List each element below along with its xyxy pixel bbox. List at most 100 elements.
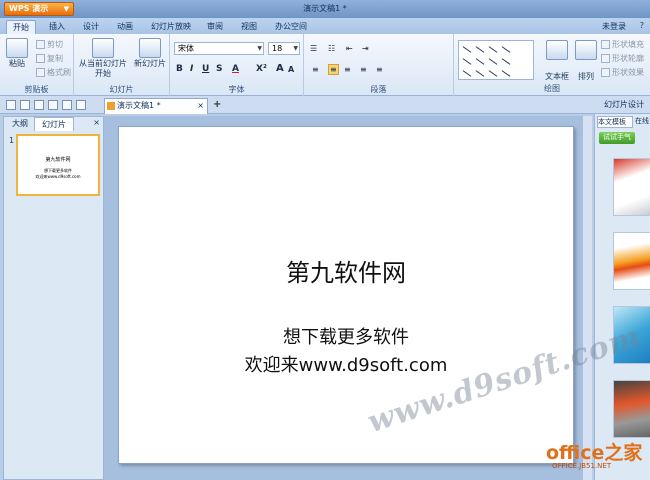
tab-insert[interactable]: 插入 — [44, 20, 70, 34]
bold-button[interactable]: B — [176, 64, 183, 74]
slide-editing-area: 第九软件网 想下载更多软件 欢迎来www.d9soft.com — [104, 116, 592, 480]
close-icon[interactable]: × — [197, 99, 204, 113]
new-tab-icon[interactable]: + — [213, 99, 221, 110]
slides-panel: 大纲 幻灯片 × 1 第九软件网 想下载更多软件 欢迎来www.d9soft.c… — [3, 116, 104, 480]
font-name-select[interactable]: 宋体 ▼ — [174, 42, 264, 55]
tab-view[interactable]: 视图 — [236, 20, 262, 34]
font-color-button[interactable]: A — [232, 64, 239, 74]
underline-button[interactable]: U — [202, 64, 209, 74]
format-painter-button[interactable]: 格式刷 — [36, 67, 71, 78]
distribute-button[interactable]: ≡ — [376, 65, 383, 74]
arrow-shape-icon[interactable] — [488, 46, 498, 53]
slide-number: 1 — [9, 136, 15, 145]
print-preview-icon[interactable] — [48, 100, 58, 110]
document-tab-bar: 演示文稿1 * × + 幻灯片设计 — [0, 96, 650, 114]
effect-icon — [601, 68, 610, 77]
superscript-button[interactable]: X² — [256, 64, 267, 74]
bullet-list-button[interactable]: ☰ — [310, 44, 317, 53]
justify-button[interactable]: ≡ — [360, 65, 367, 74]
arrow-shape-icon[interactable] — [475, 46, 485, 53]
connector-shape-icon[interactable] — [501, 58, 511, 65]
text-box-icon — [546, 40, 568, 60]
slide-canvas[interactable]: 第九软件网 想下载更多软件 欢迎来www.d9soft.com — [118, 126, 574, 464]
font-group: 宋体 ▼ 18 ▼ B I U S A X² A A 字体 — [170, 34, 304, 96]
line-shape-icon[interactable] — [462, 46, 472, 53]
paste-button[interactable]: 粘贴 — [4, 38, 30, 69]
fill-bucket-icon — [601, 40, 610, 49]
tab-slides[interactable]: 幻灯片 — [34, 117, 74, 131]
thumbnail-line-2: 欢迎来www.d9soft.com — [35, 174, 81, 179]
title-bar: WPS 演示 ▼ 演示文稿1 * — [0, 0, 650, 18]
tab-animation[interactable]: 动画 — [112, 20, 138, 34]
arrow-shape-icon[interactable] — [501, 46, 511, 53]
align-left-button[interactable]: ≡ — [312, 65, 319, 74]
clipboard-group-label: 剪贴板 — [24, 85, 49, 94]
ribbon-tab-bar: 开始 插入 设计 动画 幻灯片放映 审阅 视图 办公空间 未登录 ? — [0, 18, 650, 34]
document-tab[interactable]: 演示文稿1 * × — [104, 98, 208, 114]
new-slide-icon — [139, 38, 161, 58]
copy-button[interactable]: 复制 — [36, 53, 63, 64]
help-icon[interactable]: ? — [640, 21, 644, 30]
tab-local-templates[interactable]: 本文模板 — [597, 116, 633, 128]
office-home-watermark: office之家 — [546, 442, 643, 464]
curve-shape-icon[interactable] — [475, 70, 485, 77]
redo-icon[interactable] — [76, 100, 86, 110]
tab-online-templates[interactable]: 在线 — [635, 116, 650, 128]
decrease-indent-button[interactable]: ⇤ — [346, 44, 353, 53]
increase-indent-button[interactable]: ⇥ — [362, 44, 369, 53]
shape-gallery[interactable] — [458, 40, 534, 80]
cut-button[interactable]: 剪切 — [36, 39, 63, 50]
template-thumbnail[interactable] — [613, 232, 650, 290]
align-right-button[interactable]: ≡ — [344, 65, 351, 74]
open-folder-icon[interactable] — [6, 100, 16, 110]
slide-design-panel: 本文模板 在线 试试手气 — [594, 114, 650, 480]
template-thumbnail[interactable] — [613, 158, 650, 216]
paste-label: 粘贴 — [9, 59, 25, 68]
curve-shape-icon[interactable] — [488, 70, 498, 77]
undo-icon[interactable] — [62, 100, 72, 110]
play-from-current-button[interactable]: 从当前幻灯片 开始 — [76, 38, 130, 79]
template-thumbnail[interactable] — [613, 380, 650, 438]
shape-fill-button[interactable]: 形状填充 — [601, 39, 644, 50]
connector-shape-icon[interactable] — [488, 58, 498, 65]
save-icon[interactable] — [20, 100, 30, 110]
shape-effect-button[interactable]: 形状效果 — [601, 67, 644, 78]
close-icon[interactable]: × — [93, 118, 100, 127]
arrange-icon — [575, 40, 597, 60]
shadow-button[interactable]: S — [216, 64, 222, 74]
login-status[interactable]: 未登录 — [602, 21, 626, 32]
shape-outline-button[interactable]: 形状轮廓 — [601, 53, 644, 64]
try-luck-button[interactable]: 试试手气 — [599, 132, 635, 144]
vertical-scrollbar[interactable] — [582, 116, 592, 480]
slides-group-label: 幻灯片 — [109, 85, 134, 94]
scissors-icon — [36, 40, 45, 49]
arrange-button[interactable]: 排列 — [574, 40, 598, 82]
numbered-list-button[interactable]: ☷ — [328, 44, 335, 53]
tab-home[interactable]: 开始 — [6, 20, 36, 34]
drawing-group-label: 绘图 — [544, 84, 560, 93]
slide-title[interactable]: 第九软件网 — [119, 253, 573, 288]
new-slide-button[interactable]: 新幻灯片 — [132, 38, 168, 69]
tab-outline[interactable]: 大纲 — [6, 117, 34, 131]
tab-office-space[interactable]: 办公空间 — [270, 20, 312, 34]
slide-body-line-1[interactable]: 想下载更多软件 — [119, 323, 573, 349]
connector-shape-icon[interactable] — [475, 58, 485, 65]
curve-shape-icon[interactable] — [501, 70, 511, 77]
grow-font-button[interactable]: A — [276, 63, 284, 74]
curve-shape-icon[interactable] — [462, 70, 472, 77]
slide-thumbnail[interactable]: 第九软件网 想下载更多软件 欢迎来www.d9soft.com — [16, 134, 100, 196]
slide-design-panel-title: 幻灯片设计 — [604, 100, 644, 109]
tab-slideshow[interactable]: 幻灯片放映 — [146, 20, 196, 34]
tab-design[interactable]: 设计 — [78, 20, 104, 34]
text-box-button[interactable]: 文本框 — [542, 40, 572, 82]
shrink-font-button[interactable]: A — [288, 65, 294, 74]
chevron-down-icon: ▼ — [293, 45, 298, 52]
print-icon[interactable] — [34, 100, 44, 110]
tab-review[interactable]: 审阅 — [202, 20, 228, 34]
font-size-select[interactable]: 18 ▼ — [268, 42, 300, 55]
italic-button[interactable]: I — [190, 64, 193, 74]
connector-shape-icon[interactable] — [462, 58, 472, 65]
play-slideshow-icon — [92, 38, 114, 58]
chevron-down-icon: ▼ — [257, 45, 262, 52]
align-center-button[interactable]: ≡ — [328, 64, 339, 75]
